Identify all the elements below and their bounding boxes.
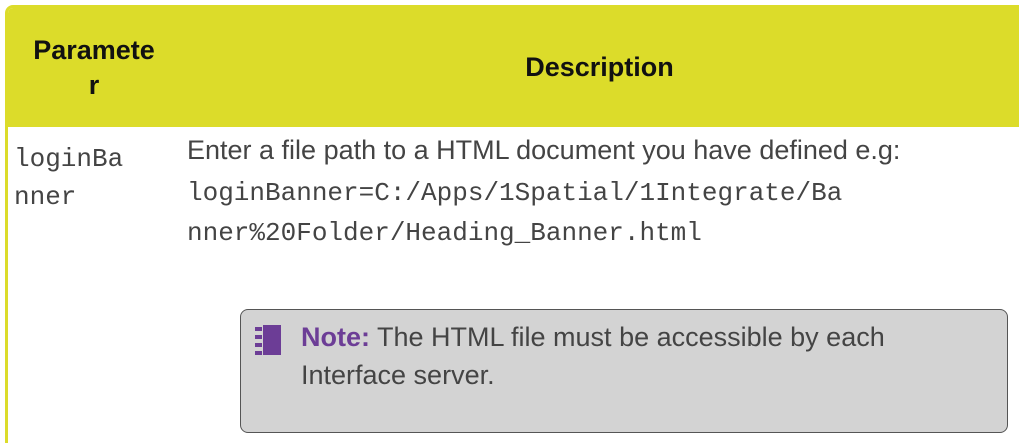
note-text: Note: The HTML file must be accessible b… <box>301 318 991 394</box>
description-text: Enter a file path to a HTML document you… <box>187 135 901 165</box>
table-header: Paramete r Description <box>8 8 1019 127</box>
header-description: Description <box>525 52 674 82</box>
parameter-cell: loginBa nner <box>14 144 124 212</box>
description-cell: Enter a file path to a HTML document you… <box>187 131 987 253</box>
note-body: The HTML file must be accessible by each… <box>301 322 885 390</box>
note-box: Note: The HTML file must be accessible b… <box>240 309 1008 433</box>
notebook-icon <box>255 325 281 355</box>
header-parameter: Paramete r <box>33 34 155 100</box>
example-code: loginBanner=C:/Apps/1Spatial/1Integrate/… <box>187 178 843 248</box>
note-label: Note: <box>301 322 370 352</box>
